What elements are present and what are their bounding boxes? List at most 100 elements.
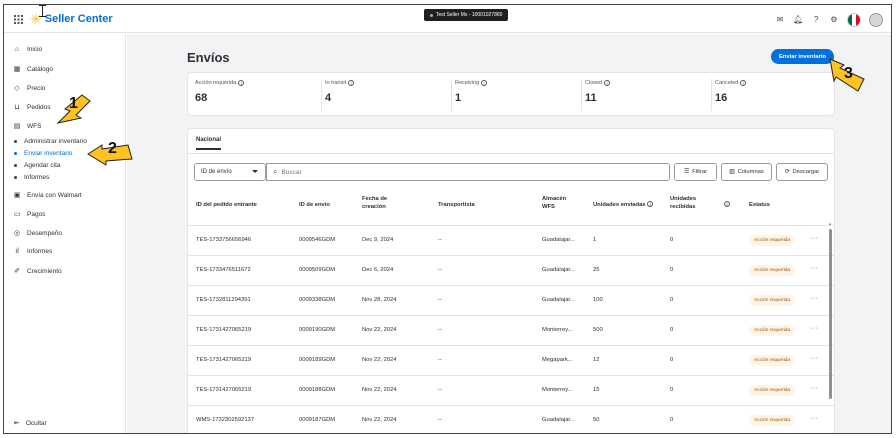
more-actions-icon[interactable]: ··· [810,235,819,242]
sidebar-item-informes[interactable]: ıl Informes [12,248,52,255]
shipment-id-cell[interactable]: 0009509GDM [299,267,335,273]
send-inventory-button[interactable]: Enviar inventario [771,49,835,64]
shipment-id-cell[interactable]: 0009338GDM [299,297,335,303]
column-header[interactable]: Unidades recibidas [670,195,704,211]
scrollbar[interactable] [829,229,832,399]
stat-value: 1 [455,92,462,104]
more-actions-icon[interactable]: ··· [810,385,819,392]
stat-label: Canceled [715,80,739,86]
stat-closed[interactable]: Closed i 11 [585,80,611,104]
stat-in-transit[interactable]: In transit i 4 [325,80,355,104]
table-row[interactable]: TES-1732811294391 0009338GDM Nov 28, 2024 -… [188,285,834,315]
shipment-id-cell[interactable]: 0009189GDM [299,357,335,363]
sidebar-item-wfs[interactable]: ▤ WFS [12,122,42,131]
stat-accion-requerida[interactable]: Acción requerida i 68 [195,80,245,104]
payments-icon: ▭ [13,211,21,218]
columns-button[interactable]: ▥ Columnas [721,163,772,181]
more-actions-icon[interactable]: ··· [810,265,819,272]
table-row[interactable]: TES-1731427065219 0009190GDM Nov 22, 2024 -… [188,315,834,345]
more-actions-icon[interactable]: ··· [810,295,819,302]
sidebar-item-catalogo[interactable]: ▦ Catálogo [12,65,53,74]
stat-receiving[interactable]: Receiving i 1 [455,80,488,104]
hide-sidebar-button[interactable]: ⇤ Ocultar [14,419,47,428]
table-row[interactable]: TES-1731427065219 0009188GDM Nov 22, 2024 -… [188,375,834,405]
avatar[interactable] [869,13,883,27]
sidebar-subitem-informes[interactable]: Informes [14,174,49,181]
sidebar-subitem-enviar-inventario[interactable]: Enviar inventario [14,150,72,157]
column-header[interactable]: Almacén WFS [542,195,572,211]
column-header[interactable]: Unidades enviadas i [593,201,654,209]
sidebar-item-pedidos[interactable]: ⊔ Pedidos [12,103,50,112]
sidebar-item-label: WFS [27,122,42,130]
sidebar-subitem-agendar-cita[interactable]: Agendar cita [14,162,61,169]
search-field-select[interactable]: ID de envío [194,163,266,181]
tab-nacional[interactable]: Nacional [196,137,222,150]
inbound-order-id-cell[interactable]: TES-1733476511672 [196,267,251,273]
more-actions-icon[interactable]: ··· [810,355,819,362]
sidebar-item-envia-con-walmart[interactable]: ▣ Envía con Walmart [12,191,82,200]
sidebar-item-crecimiento[interactable]: ✐ Crecimiento [12,267,62,276]
stat-value: 68 [195,92,208,104]
wfs-warehouse-cell: Megapark... [542,357,573,363]
inbound-order-id-cell[interactable]: TES-1733756656946 [196,237,251,243]
wfs-warehouse-cell: Guadalajar... [542,417,575,423]
sidebar-item-precio[interactable]: ◇ Precio [12,84,45,93]
shipment-id-cell[interactable]: 0009188GDM [299,387,335,393]
table-row[interactable]: TES-1733476511672 0009509GDM Dec 6, 2024 --… [188,255,834,285]
shipment-id-cell[interactable]: 0009187GDM [299,417,335,423]
status-badge: Acción requerida [749,295,795,306]
more-actions-icon[interactable]: ··· [810,415,819,422]
stat-canceled[interactable]: Canceled i 16 [715,80,747,104]
column-header[interactable]: ID del pedido entrante [196,201,257,209]
shipment-id-cell[interactable]: 0009190GDM [299,327,335,333]
column-header[interactable]: Fecha de creación [362,195,402,211]
performance-icon: ◎ [13,230,21,237]
divider [321,79,322,111]
column-header[interactable]: Estatus [749,201,770,209]
stat-label: Receiving [455,80,480,86]
stat-label: In transit [325,80,347,86]
table-row[interactable]: TES-1733756656946 0009546GDM Dec 9, 2024 --… [188,225,834,255]
search-input[interactable] [281,168,642,176]
bullet-icon [14,140,17,143]
inbound-order-id-cell[interactable]: WMS-1732302592137 [196,417,254,423]
help-icon[interactable]: ? [811,15,821,25]
table-row[interactable]: TES-1731427065219 0009189GDM Nov 22, 2024 -… [188,345,834,375]
sidebar-item-label: Desempeño [27,229,63,237]
inbound-order-id-cell[interactable]: TES-1731427065219 [196,387,251,393]
page-title: Envíos [187,50,230,65]
scroll-up-icon[interactable]: ▲ [828,221,832,226]
inbound-order-id-cell[interactable]: TES-1731427065219 [196,357,251,363]
settings-icon[interactable]: ⚙ [829,15,839,25]
main-content: Envíos Enviar inventario Acción requerid… [127,34,891,433]
status-badge: Acción requerida [749,355,795,366]
column-header-label: Unidades enviadas [593,202,646,208]
inbound-order-id-cell[interactable]: TES-1732811294391 [196,297,251,303]
cart-icon: ⊔ [14,104,20,111]
more-actions-icon[interactable]: ··· [810,325,819,332]
mail-icon[interactable]: ✉ [775,15,785,25]
units-received-cell: 0 [670,237,674,243]
flag-mexico-icon[interactable] [847,13,861,27]
carrier-cell: -- [438,297,442,303]
sidebar-item-desempeno[interactable]: ◎ Desempeño [12,229,63,238]
column-header[interactable]: Transportista [438,201,475,209]
info-icon: i [647,201,654,207]
table-row[interactable]: WMS-1732302592137 0009187GDM Nov 22, 2024 -… [188,405,834,433]
sidebar-subitem-administrar-inventario[interactable]: Administrar inventario [14,138,87,145]
sidebar-item-inicio[interactable]: ⌂ Inicio [12,46,42,53]
search-icon: ⌕ [273,167,278,176]
download-button[interactable]: ⟳ Descargar [776,163,828,181]
app-grid-icon[interactable] [14,15,23,24]
stat-value: 4 [325,92,332,104]
shipment-id-cell[interactable]: 0009546GDM [299,237,335,243]
column-header[interactable]: ID de envío [299,201,330,209]
sidebar-item-pagos[interactable]: ▭ Pagos [12,210,46,219]
filter-bar: ID de envío ⌕ ☰ Filtrar ▥ Columnas ⟳ [194,163,828,181]
inbound-order-id-cell[interactable]: TES-1731427065219 [196,327,251,333]
filter-button[interactable]: ☰ Filtrar [674,163,717,181]
units-received-cell: 0 [670,387,674,393]
search-box: ⌕ [266,163,670,181]
bell-icon[interactable]: 🔔︎ [793,15,803,25]
top-bar: ✳ Seller Center Test Seller Mx - 1000102… [4,5,891,33]
